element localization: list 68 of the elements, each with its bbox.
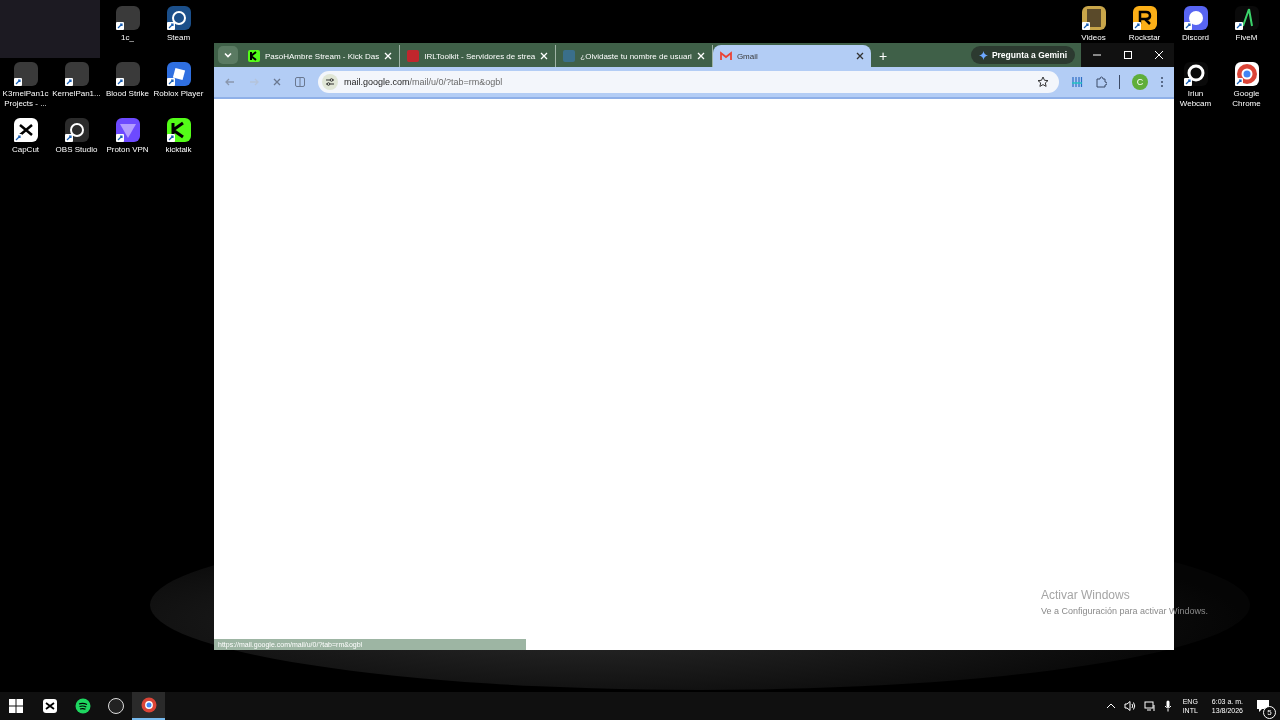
app-shortcut-icon[interactable] (113, 60, 142, 88)
close-icon[interactable] (855, 52, 864, 60)
shortcut-label: FiveM (1235, 33, 1258, 43)
app-shortcut-icon[interactable] (113, 116, 142, 144)
split-view-icon[interactable] (294, 76, 306, 88)
shortcut-label: KernelPan1... (52, 89, 101, 99)
url-text: mail.google.com/mail/u/0/?tab=rm&ogbl (344, 77, 504, 87)
app-shortcut-icon[interactable] (164, 4, 193, 32)
shortcut-label: kicktalk (165, 145, 192, 155)
shortcut-label: OBS Studio (55, 145, 98, 155)
shortcut-label: Videos (1081, 33, 1106, 43)
gemini-button[interactable]: Pregunta a Gemini (970, 46, 1075, 64)
shortcut-label: K3rnelPan1c Projects - ... (1, 89, 50, 109)
app-shortcut-icon[interactable] (164, 60, 193, 88)
shortcut-label: Roblox Player (153, 89, 204, 99)
shortcut-label: Rockstar (1128, 33, 1161, 43)
app-shortcut-icon[interactable] (1130, 4, 1159, 32)
chevron-up-icon[interactable] (1105, 701, 1116, 711)
app-shortcut-icon[interactable] (62, 60, 91, 88)
maximize-icon (1122, 50, 1133, 60)
speaker-icon[interactable] (1123, 700, 1136, 712)
puzzle-piece-icon[interactable] (1095, 76, 1107, 88)
equalizer-icon[interactable] (1071, 76, 1083, 88)
shortcut-label: Discord (1181, 33, 1210, 43)
app-shortcut-icon[interactable] (1232, 4, 1261, 32)
start-icon[interactable] (9, 699, 23, 713)
activation-watermark-title: Activar Windows (1041, 588, 1131, 602)
favicon-icon (563, 50, 576, 62)
app-shortcut-icon[interactable] (113, 4, 142, 32)
notification-count: 5 (1263, 706, 1276, 719)
taskbar-app[interactable] (132, 692, 165, 720)
shortcut-label: 1c_ (121, 33, 134, 43)
microphone-icon[interactable] (1163, 700, 1172, 712)
sliders-icon (325, 77, 335, 87)
stop-loading-icon[interactable] (272, 77, 282, 87)
network-icon[interactable] (1143, 700, 1156, 712)
chevron-down-icon (223, 50, 233, 60)
app-shortcut-icon[interactable] (1079, 4, 1108, 32)
shortcut-label: CapCut (11, 145, 40, 155)
app-shortcut-icon[interactable] (1181, 60, 1210, 88)
bookmark-star-icon[interactable] (1037, 76, 1049, 88)
favicon-icon (248, 50, 260, 62)
app-shortcut-icon[interactable] (164, 116, 193, 144)
shortcut-label: Steam (166, 33, 191, 43)
close-icon (1153, 50, 1164, 60)
shortcut-label: Proton VPN (106, 145, 149, 155)
new-tab-button[interactable]: + (870, 45, 896, 67)
shortcut-label: Google Chrome (1231, 89, 1262, 109)
address-bar[interactable]: mail.google.com/mail/u/0/?tab=rm&ogbl (318, 71, 1059, 93)
sparkle-icon (978, 50, 988, 60)
shortcut-label: Iriun Webcam (1178, 89, 1213, 109)
app-shortcut-icon[interactable] (11, 116, 40, 144)
site-info-button[interactable] (322, 74, 338, 90)
browser-tab[interactable]: Gmail (712, 45, 871, 67)
favicon-icon (407, 50, 420, 62)
more-menu-icon[interactable] (1160, 76, 1164, 88)
app-shortcut-icon[interactable] (62, 116, 91, 144)
app-icon (107, 698, 124, 714)
app-shortcut-icon[interactable] (11, 60, 40, 88)
favicon-icon (719, 50, 732, 62)
notification-icon[interactable] (1256, 699, 1270, 713)
app-shortcut-icon[interactable] (1181, 4, 1210, 32)
app-shortcut-icon[interactable] (1232, 60, 1261, 88)
app-icon (41, 698, 58, 714)
tab-search-button[interactable] (218, 46, 238, 64)
app-icon (74, 698, 91, 714)
shortcut-label: Blood Strike (105, 89, 150, 99)
app-icon (140, 697, 157, 713)
